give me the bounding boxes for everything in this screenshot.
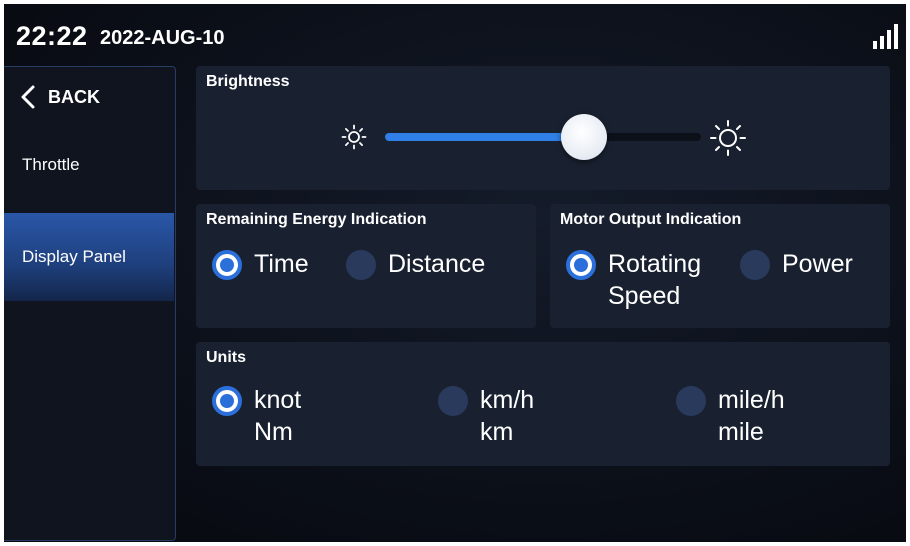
clock-date: 2022-AUG-10	[100, 27, 225, 49]
remaining-energy-card: Remaining Energy Indication Time Distanc…	[196, 204, 536, 328]
slider-thumb[interactable]	[561, 114, 608, 160]
radio-power[interactable]: Power	[740, 250, 853, 280]
sidebar-item-label: Display Panel	[22, 247, 126, 266]
units-title: Units	[206, 349, 246, 366]
slider-track[interactable]	[385, 114, 701, 160]
radio-label: mile/h mile	[718, 386, 785, 446]
radio-unselected-icon	[740, 250, 770, 280]
sidebar-item-label: Throttle	[22, 155, 80, 174]
radio-label: km/h km	[480, 386, 535, 446]
slider-fill	[385, 133, 585, 141]
clock-time: 22:22	[16, 21, 88, 51]
radio-selected-icon	[212, 250, 242, 280]
radio-unselected-icon	[438, 386, 468, 416]
signal-bars-icon	[873, 24, 898, 49]
brightness-card: Brightness	[196, 66, 890, 190]
radio-selected-icon	[212, 386, 242, 416]
device-screen: 22:22 2022-AUG-10 BACK Throttle Display …	[4, 4, 906, 542]
radio-distance[interactable]: Distance	[346, 250, 485, 280]
radio-unselected-icon	[346, 250, 376, 280]
brightness-title: Brightness	[206, 73, 290, 90]
back-button[interactable]: BACK	[18, 81, 168, 113]
radio-time[interactable]: Time	[212, 250, 309, 280]
motor-output-title: Motor Output Indication	[560, 211, 742, 228]
radio-label: Rotating Speed	[608, 250, 702, 310]
sidebar: BACK Throttle Display Panel	[4, 66, 176, 541]
radio-knot-nm[interactable]: knot Nm	[212, 386, 301, 448]
radio-mileh-mile[interactable]: mile/h mile	[676, 386, 785, 448]
units-card: Units knot Nm km/h km mile/h mile	[196, 342, 890, 466]
status-bar: 22:22 2022-AUG-10	[4, 4, 906, 66]
chevron-left-icon	[21, 85, 35, 109]
sidebar-item-throttle[interactable]: Throttle	[4, 133, 174, 197]
radio-kmh-km[interactable]: km/h km	[438, 386, 534, 448]
radio-label: Distance	[388, 250, 486, 278]
radio-label: Power	[782, 250, 853, 278]
sidebar-item-display-panel[interactable]: Display Panel	[4, 213, 174, 301]
brightness-slider[interactable]	[341, 114, 751, 164]
remaining-energy-title: Remaining Energy Indication	[206, 211, 427, 228]
sun-large-icon	[710, 120, 746, 156]
sun-small-icon	[341, 124, 367, 150]
radio-rotating-speed[interactable]: Rotating Speed	[566, 250, 701, 312]
back-label: BACK	[48, 86, 100, 107]
radio-selected-icon	[566, 250, 596, 280]
radio-label: Time	[254, 250, 309, 278]
radio-unselected-icon	[676, 386, 706, 416]
motor-output-card: Motor Output Indication Rotating Speed P…	[550, 204, 890, 328]
radio-label: knot Nm	[254, 386, 302, 446]
